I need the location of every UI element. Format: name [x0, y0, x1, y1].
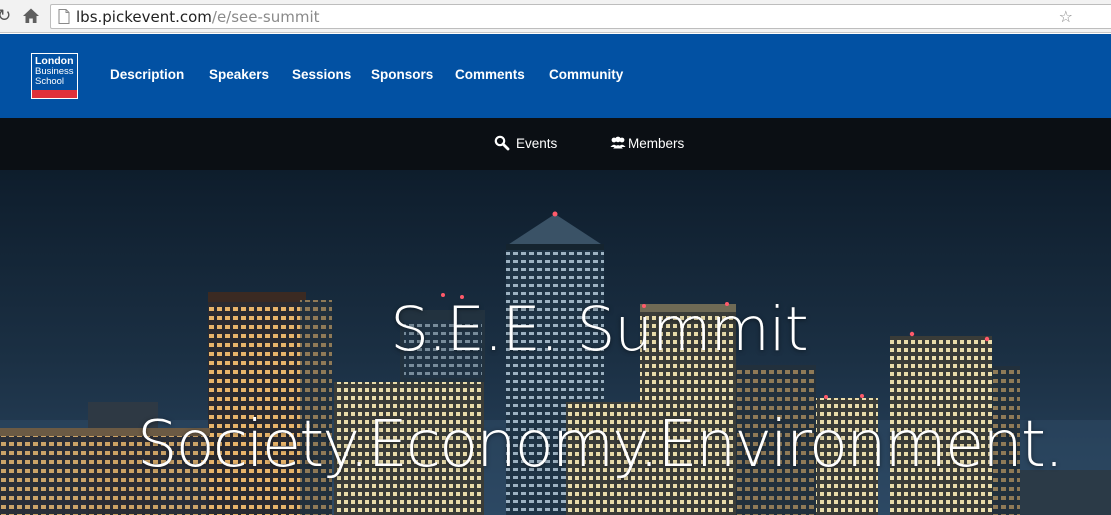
reload-icon[interactable]: ↻: [0, 6, 11, 26]
browser-toolbar: ↻ lbs.pickevent.com/e/see-summit ☆: [0, 0, 1111, 33]
london-business-school-logo[interactable]: London Business School: [31, 53, 78, 99]
search-icon: [494, 135, 510, 151]
nav-sessions[interactable]: Sessions: [292, 66, 351, 84]
nav-speakers[interactable]: Speakers: [209, 66, 269, 84]
logo-red-stripe: [32, 90, 77, 98]
logo-line-1: London: [35, 55, 74, 67]
address-bar[interactable]: lbs.pickevent.com/e/see-summit ☆: [50, 4, 1111, 29]
nav-sponsors[interactable]: Sponsors: [371, 66, 433, 84]
page-icon: [58, 9, 70, 24]
events-label: Events: [516, 136, 558, 151]
url-path: /e/see-summit: [211, 8, 320, 26]
nav-description[interactable]: Description: [110, 66, 184, 84]
bookmark-star-icon[interactable]: ☆: [1059, 8, 1073, 26]
event-title: S.E.E. Summit: [390, 294, 808, 365]
url-text[interactable]: lbs.pickevent.com/e/see-summit: [76, 8, 320, 26]
logo-line-3: School: [35, 76, 65, 87]
nav-community[interactable]: Community: [549, 66, 623, 84]
members-icon: [610, 136, 626, 149]
main-nav: London Business School Description Speak…: [0, 34, 1111, 118]
event-tagline: Society.Economy.Environment.: [137, 408, 1064, 482]
url-host: lbs.pickevent.com: [76, 8, 212, 26]
secondary-nav: Events Members: [0, 118, 1111, 170]
home-icon[interactable]: [20, 5, 42, 27]
hero-banner: S.E.E. Summit Society.Economy.Environmen…: [0, 170, 1111, 515]
members-link[interactable]: Members: [610, 135, 690, 153]
members-label: Members: [628, 136, 685, 151]
events-link[interactable]: Events: [494, 135, 564, 153]
nav-comments[interactable]: Comments: [455, 66, 525, 84]
